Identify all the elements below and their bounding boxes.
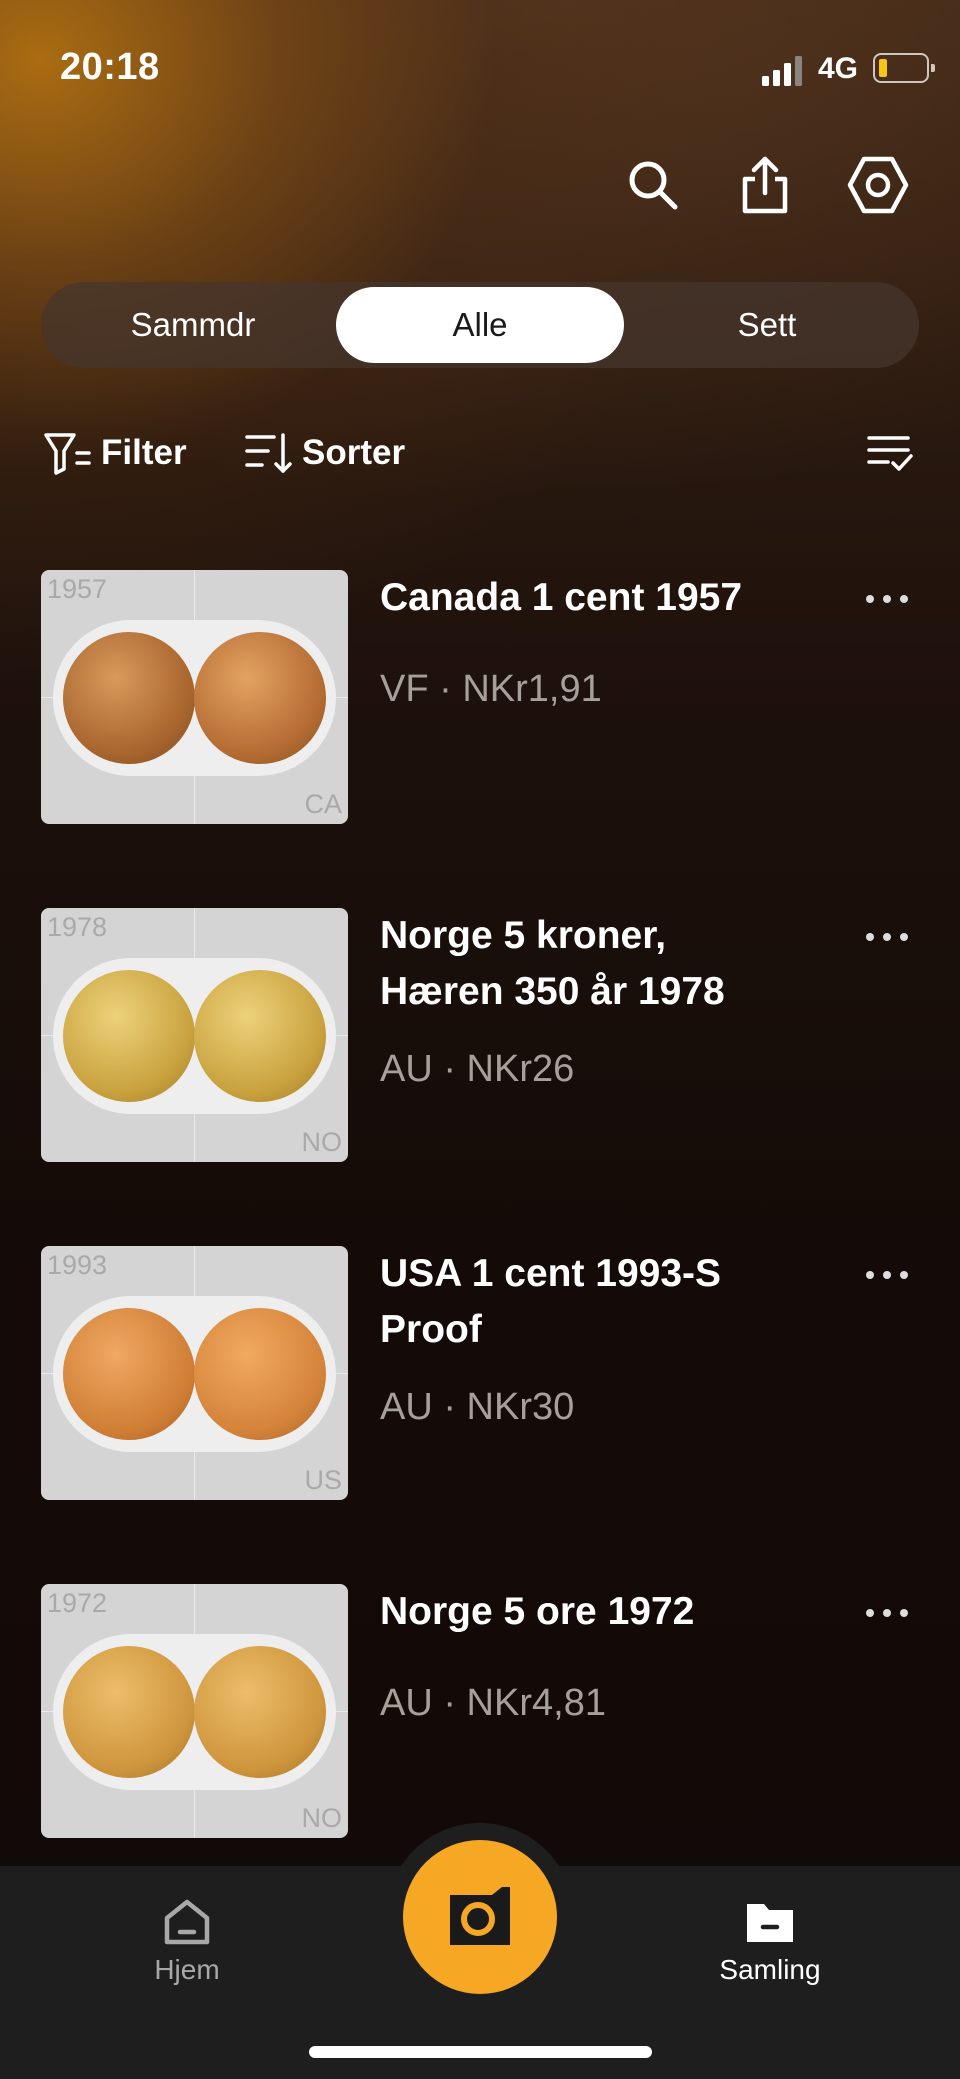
coin-list-item[interactable]: 1978 NO Norge 5 kroner, Hæren 350 år 197… <box>0 908 960 1164</box>
segment-sett[interactable]: Sett <box>623 287 911 363</box>
coin-obverse-image <box>63 1308 195 1440</box>
toolbar: Filter Sorter <box>0 425 960 485</box>
coin-obverse-image <box>63 1646 195 1778</box>
home-icon <box>164 1899 210 1945</box>
coin-reverse-image <box>194 970 326 1102</box>
share-button[interactable] <box>730 150 800 220</box>
coin-thumbnail: 1978 NO <box>41 908 348 1162</box>
sort-button[interactable]: Sorter <box>244 425 405 481</box>
coin-list-item[interactable]: 1957 CA Canada 1 cent 1957 VF · NKr1,91 <box>0 570 960 826</box>
filter-icon <box>44 433 91 475</box>
coin-reverse-image <box>194 1308 326 1440</box>
sort-icon <box>245 433 292 473</box>
thumbnail-country: NO <box>301 1803 343 1833</box>
sort-label: Sorter <box>302 433 406 472</box>
thumbnail-year: 1993 <box>47 1250 108 1280</box>
thumbnail-country: US <box>304 1465 342 1495</box>
folder-icon <box>747 1904 793 1942</box>
thumbnail-year: 1978 <box>47 912 108 942</box>
tab-collection-label: Samling <box>719 1954 821 1985</box>
coin-reverse-image <box>194 1646 326 1778</box>
home-indicator <box>309 2046 652 2058</box>
thumbnail-country: NO <box>301 1127 343 1157</box>
more-options-button[interactable] <box>864 1606 910 1620</box>
battery-icon <box>873 53 935 83</box>
filter-label: Filter <box>101 433 187 472</box>
coin-meta: AU · NKr30 <box>380 1386 575 1428</box>
coin-list-item[interactable]: 1972 NO Norge 5 ore 1972 AU · NKr4,81 <box>0 1584 960 1840</box>
coin-title: Norge 5 kroner, Hæren 350 år 1978 <box>380 914 725 1013</box>
more-options-button[interactable] <box>864 1268 910 1282</box>
coin-meta: AU · NKr26 <box>380 1048 575 1090</box>
share-icon <box>742 156 788 214</box>
settings-icon <box>847 156 909 214</box>
search-button[interactable] <box>618 150 688 220</box>
coin-title: Norge 5 ore 1972 <box>380 1590 695 1633</box>
coin-meta: VF · NKr1,91 <box>380 668 602 710</box>
signal-icon <box>762 56 802 86</box>
coin-thumbnail: 1993 US <box>41 1246 348 1500</box>
thumbnail-year: 1957 <box>47 574 108 604</box>
segment-sammdr[interactable]: Sammdr <box>49 287 337 363</box>
tab-home-label: Hjem <box>154 1954 220 1985</box>
segment-control: Sammdr Alle Sett <box>41 282 919 368</box>
select-list-button[interactable] <box>866 425 924 481</box>
more-options-button[interactable] <box>864 592 910 606</box>
coin-title: Canada 1 cent 1957 <box>380 576 743 619</box>
coin-title: USA 1 cent 1993-S Proof <box>380 1252 722 1351</box>
coin-obverse-image <box>63 970 195 1102</box>
filter-button[interactable]: Filter <box>43 425 187 481</box>
camera-icon <box>450 1887 510 1945</box>
more-options-button[interactable] <box>864 930 910 944</box>
coin-thumbnail: 1972 NO <box>41 1584 348 1838</box>
checklist-icon <box>867 436 913 471</box>
coin-meta: AU · NKr4,81 <box>380 1682 606 1724</box>
coin-obverse-image <box>63 632 195 764</box>
camera-button[interactable] <box>403 1840 557 1994</box>
status-bar: 20:18 4G <box>0 0 960 120</box>
network-type: 4G <box>818 52 859 85</box>
thumbnail-country: CA <box>304 789 342 819</box>
coin-reverse-image <box>194 632 326 764</box>
segment-alle[interactable]: Alle <box>336 287 624 363</box>
coin-thumbnail: 1957 CA <box>41 570 348 824</box>
status-time: 20:18 <box>60 46 160 88</box>
search-icon <box>629 161 678 210</box>
tab-collection[interactable]: Samling <box>680 1896 860 1986</box>
thumbnail-year: 1972 <box>47 1588 108 1618</box>
settings-button[interactable] <box>843 150 913 220</box>
coin-list-item[interactable]: 1993 US USA 1 cent 1993-S Proof AU · NKr… <box>0 1246 960 1502</box>
tab-home[interactable]: Hjem <box>97 1896 277 1986</box>
